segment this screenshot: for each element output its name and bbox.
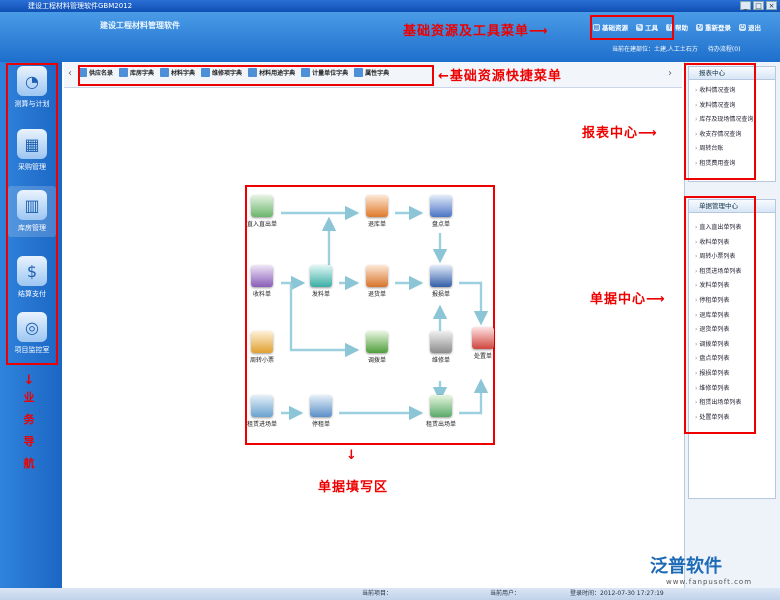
scroll-right-icon[interactable]: › [668,68,672,79]
brand-name: 泛普软件 [650,556,722,577]
document-icon [251,395,273,417]
business-nav-highlight [6,63,58,365]
menu-exit[interactable]: ⏻ 退出 [739,22,761,32]
app-title: 建设工程材料管理软件 [100,21,180,30]
status-project: 当前项目： [362,590,393,597]
document-icon [310,395,332,417]
flow-loss[interactable]: 报损单 [421,265,461,298]
base-menu-annotation: 基础资源及工具菜单⟶ [403,24,549,39]
flow-direct[interactable]: 直入直出单 [242,195,282,228]
document-icon [430,265,452,287]
document-icon [430,395,452,417]
flow-transfer[interactable]: 调拨单 [357,331,397,364]
quick-menu-highlight [78,65,434,86]
business-nav-annotation: ↓ 业 务 导 航 [23,373,35,470]
quick-menu-annotation: ←基础资源快捷菜单 [438,69,562,84]
flow-returnstore[interactable]: 退库单 [357,195,397,228]
maximize-button[interactable]: □ [753,1,764,10]
menu-relogin[interactable]: ↻ 重新登录 [696,22,731,32]
flow-stocktake[interactable]: 盘点单 [421,195,461,228]
document-flow: 直入直出单 收料单 周转小票 租赁进场单 发料单 停租单 退库单 退货单 调拨单… [245,185,495,445]
flow-issue[interactable]: 发料单 [301,265,341,298]
doc-center-highlight [684,196,756,434]
status-bar: 当前项目： 当前用户： 登录时间：2012-07-30 17:27:19 [0,588,780,600]
report-center-highlight [684,63,756,180]
scroll-left-icon[interactable]: ‹ [68,68,72,79]
flow-return[interactable]: 退货单 [357,265,397,298]
brand-url: www.fanpusoft.com [666,578,753,586]
flow-rentstop[interactable]: 停租单 [301,395,341,428]
header-info: 当前在建部位：土建,人工土石方 待办流程(0) [612,44,740,53]
flow-smallticket[interactable]: 周转小票 [242,331,282,364]
doc-center-annotation: 单据中心⟶ [590,292,666,307]
flow-rentout[interactable]: 租赁出场单 [421,395,461,428]
document-icon [251,331,273,353]
window-title: 建设工程材料管理软件GBM2012 [28,2,133,10]
document-icon [310,265,332,287]
document-icon [366,331,388,353]
flow-receive[interactable]: 收料单 [242,265,282,298]
document-icon [251,265,273,287]
status-login-time: 登录时间：2012-07-30 17:27:19 [570,590,664,597]
clipboard-icon [430,195,452,217]
form-area-arrow: ↓ [346,448,358,463]
minimize-button[interactable]: _ [740,1,751,10]
status-user: 当前用户： [490,590,521,597]
flow-dispose[interactable]: 处置单 [463,327,503,360]
pending-process[interactable]: 待办流程(0) [708,44,741,53]
report-center-annotation: 报表中心⟶ [582,126,658,141]
current-unit[interactable]: 当前在建部位：土建,人工土石方 [612,44,698,53]
exit-icon: ⏻ [739,23,746,31]
window-titlebar: 建设工程材料管理软件GBM2012 _ □ × [0,0,780,12]
document-icon [472,327,494,349]
flow-rentin[interactable]: 租赁进场单 [242,395,282,428]
close-button[interactable]: × [766,1,777,10]
flow-repair[interactable]: 维修单 [421,331,461,364]
document-icon [366,195,388,217]
form-area-annotation: 单据填写区 [318,480,389,495]
document-icon [251,195,273,217]
document-icon [430,331,452,353]
refresh-icon: ↻ [696,23,703,31]
brand-logo: 泛普软件 www.fanpusoft.com [650,552,752,586]
top-menu-highlight [590,15,674,40]
document-icon [366,265,388,287]
